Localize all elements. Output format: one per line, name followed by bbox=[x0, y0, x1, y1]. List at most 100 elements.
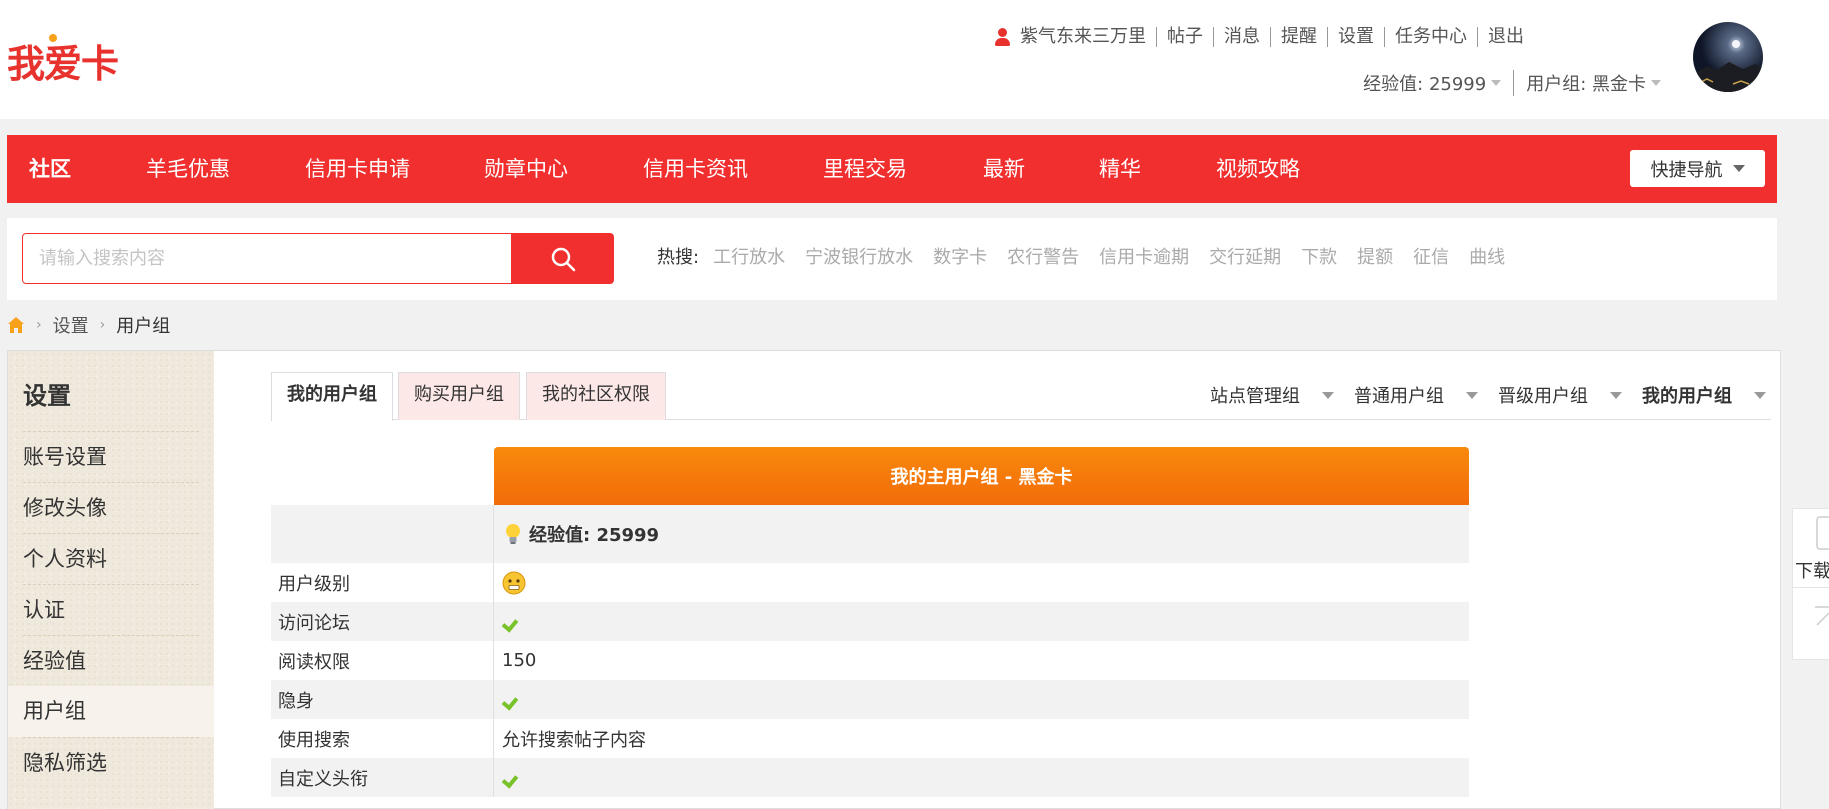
breadcrumb-user-group: 用户组 bbox=[116, 316, 171, 337]
nav-item-card-news[interactable]: 信用卡资讯 bbox=[643, 135, 748, 203]
exp-value: 经验值: 25999 bbox=[529, 525, 660, 546]
search-button[interactable] bbox=[512, 233, 614, 284]
group-tabs: 我的用户组 购买用户组 我的社区权限 站点管理组 普通用户组 晋级用户组 我的用… bbox=[271, 372, 1771, 421]
nav-item-community[interactable]: 社区 bbox=[29, 135, 71, 203]
top-user-links: 紫气东来三万里 帖子 消息 提醒 设置 任务中心 退出 bbox=[994, 24, 1534, 50]
hot-search-item[interactable]: 数字卡 bbox=[933, 243, 987, 269]
my-group-label: 我的用户组 bbox=[1642, 386, 1732, 407]
header: 我爱卡 紫气东来三万里 帖子 消息 提醒 设置 任务中心 退出 经验值: 259… bbox=[0, 0, 1829, 119]
hot-search-item[interactable]: 下款 bbox=[1301, 243, 1337, 269]
table-row: 隐身 bbox=[271, 680, 1469, 719]
hot-search-item[interactable]: 宁波银行放水 bbox=[805, 243, 913, 269]
row-label: 隐身 bbox=[271, 680, 494, 719]
reminders-link[interactable]: 提醒 bbox=[1270, 27, 1327, 47]
task-center-link[interactable]: 任务中心 bbox=[1384, 27, 1477, 47]
table-cell bbox=[494, 563, 526, 602]
hot-search-label: 热搜: bbox=[657, 247, 700, 268]
table-cell bbox=[271, 505, 494, 563]
table-cell: 经验值: 25999 bbox=[494, 505, 659, 563]
sidebar-item-privacy[interactable]: 隐私筛选 bbox=[23, 737, 199, 788]
hot-search-item[interactable]: 交行延期 bbox=[1209, 243, 1281, 269]
tab-buy-group[interactable]: 购买用户组 bbox=[398, 372, 520, 420]
table-row: 访问论坛 bbox=[271, 602, 1469, 641]
hot-search-item[interactable]: 信用卡逾期 bbox=[1099, 243, 1189, 269]
hot-search-item[interactable]: 提额 bbox=[1357, 243, 1393, 269]
sidebar-item-exp[interactable]: 经验值 bbox=[23, 635, 199, 686]
sidebar-item-user-group[interactable]: 用户组 bbox=[8, 686, 214, 737]
promotion-group-label: 晋级用户组 bbox=[1498, 386, 1588, 407]
chevron-down-icon bbox=[1466, 391, 1478, 399]
download-label[interactable]: 下载 bbox=[1795, 557, 1829, 583]
hot-searches: 热搜: 工行放水 宁波银行放水 数字卡 农行警告 信用卡逾期 交行延期 下款 提… bbox=[657, 243, 1525, 269]
row-value: 允许搜索帖子内容 bbox=[502, 729, 646, 751]
group-label: 用户组: 黑金卡 bbox=[1526, 74, 1646, 95]
sidebar-item-account[interactable]: 账号设置 bbox=[23, 431, 199, 482]
sidebar-item-profile[interactable]: 个人资料 bbox=[23, 533, 199, 584]
row-label: 自定义头衔 bbox=[271, 758, 494, 797]
username-link[interactable]: 紫气东来三万里 bbox=[1020, 27, 1156, 47]
group-dropdown[interactable]: 用户组: 黑金卡 bbox=[1513, 70, 1673, 96]
breadcrumb-separator: › bbox=[36, 317, 42, 333]
nav-item-video-guides[interactable]: 视频攻略 bbox=[1216, 135, 1300, 203]
chevron-down-icon bbox=[1322, 391, 1334, 399]
floating-toolbar: 下载 bbox=[1792, 508, 1829, 660]
logo-dot bbox=[49, 34, 57, 42]
hot-search-item[interactable]: 曲线 bbox=[1469, 243, 1505, 269]
my-group-link[interactable]: 我的用户组 bbox=[1642, 382, 1766, 408]
row-label: 使用搜索 bbox=[271, 719, 494, 758]
exp-dropdown[interactable]: 经验值: 25999 bbox=[1351, 70, 1513, 96]
row-label: 用户级别 bbox=[271, 563, 494, 602]
site-logo[interactable]: 我爱卡 bbox=[7, 33, 119, 88]
hot-search-item[interactable]: 征信 bbox=[1413, 243, 1449, 269]
home-icon[interactable] bbox=[7, 316, 25, 334]
sidebar-title: 设置 bbox=[23, 382, 71, 410]
main-nav: 社区 羊毛优惠 信用卡申请 勋章中心 信用卡资讯 里程交易 最新 精华 视频攻略… bbox=[7, 135, 1777, 203]
nav-item-featured[interactable]: 精华 bbox=[1099, 135, 1141, 203]
hot-search-item[interactable]: 工行放水 bbox=[713, 243, 785, 269]
chevron-down-icon bbox=[1651, 80, 1661, 86]
user-icon bbox=[994, 28, 1010, 46]
sidebar-item-avatar[interactable]: 修改头像 bbox=[23, 482, 199, 533]
messages-link[interactable]: 消息 bbox=[1213, 27, 1270, 47]
promotion-group-link[interactable]: 晋级用户组 bbox=[1498, 382, 1622, 408]
nav-item-latest[interactable]: 最新 bbox=[983, 135, 1025, 203]
sidebar-item-verify[interactable]: 认证 bbox=[23, 584, 199, 635]
site-admin-group-link[interactable]: 站点管理组 bbox=[1210, 382, 1334, 408]
table-row: 自定义头衔 bbox=[271, 758, 1469, 797]
lightbulb-icon bbox=[506, 524, 520, 544]
row-label: 阅读权限 bbox=[271, 641, 494, 680]
quick-nav-button[interactable]: 快捷导航 bbox=[1630, 150, 1765, 187]
breadcrumb-separator: › bbox=[99, 317, 106, 333]
phone-icon[interactable] bbox=[1815, 515, 1829, 555]
site-admin-group-label: 站点管理组 bbox=[1210, 386, 1300, 407]
search-input[interactable] bbox=[22, 233, 512, 284]
level-emoji-icon bbox=[502, 571, 526, 594]
nav-item-medals[interactable]: 勋章中心 bbox=[484, 135, 568, 203]
posts-link[interactable]: 帖子 bbox=[1156, 27, 1213, 47]
row-label: 访问论坛 bbox=[271, 602, 494, 641]
tab-community-permissions[interactable]: 我的社区权限 bbox=[526, 372, 666, 420]
checkmark-icon bbox=[502, 614, 522, 630]
quick-nav-label: 快捷导航 bbox=[1650, 159, 1723, 181]
search-icon bbox=[551, 247, 576, 271]
exp-label: 经验值: 25999 bbox=[1363, 74, 1487, 95]
breadcrumb-settings[interactable]: 设置 bbox=[53, 312, 89, 338]
avatar[interactable] bbox=[1693, 22, 1763, 92]
back-to-top-icon[interactable] bbox=[1815, 605, 1829, 635]
checkmark-icon bbox=[502, 770, 522, 786]
breadcrumb: › 设置 › 用户组 bbox=[7, 312, 170, 338]
hot-search-item[interactable]: 农行警告 bbox=[1007, 243, 1079, 269]
tab-my-group[interactable]: 我的用户组 bbox=[271, 372, 393, 421]
settings-sidebar: 设置 账号设置 修改头像 个人资料 认证 经验值 用户组 隐私筛选 bbox=[8, 351, 214, 809]
nav-item-deals[interactable]: 羊毛优惠 bbox=[146, 135, 230, 203]
chevron-down-icon bbox=[1491, 80, 1502, 86]
settings-link[interactable]: 设置 bbox=[1327, 27, 1384, 47]
nav-item-card-apply[interactable]: 信用卡申请 bbox=[305, 135, 410, 203]
logo-text: 我爱卡 bbox=[7, 42, 119, 86]
divider bbox=[1793, 587, 1829, 588]
group-title: 我的主用户组 - 黑金卡 bbox=[494, 447, 1469, 505]
nav-item-miles-trade[interactable]: 里程交易 bbox=[823, 135, 907, 203]
logout-link[interactable]: 退出 bbox=[1477, 27, 1534, 47]
normal-group-link[interactable]: 普通用户组 bbox=[1354, 382, 1478, 408]
user-stats: 经验值: 25999 用户组: 黑金卡 bbox=[1351, 70, 1673, 96]
